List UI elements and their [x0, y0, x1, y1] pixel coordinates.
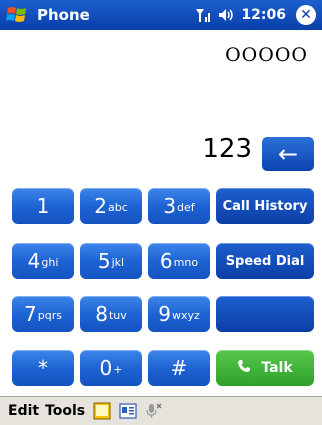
key-9[interactable]: 9 wxyz [148, 296, 210, 332]
menu-edit[interactable]: Edit [8, 403, 39, 419]
key-letters: wxyz [171, 308, 200, 322]
key-letters: pqrs [37, 308, 62, 322]
key-6[interactable]: 6 mno [148, 243, 210, 279]
clock-time[interactable]: 12:06 [241, 7, 286, 23]
key-digit: 6 [159, 249, 173, 273]
key-3[interactable]: 3 def [148, 188, 210, 224]
key-digit: 0 [99, 356, 113, 380]
key-4[interactable]: 4 ghi [12, 243, 74, 279]
key-2[interactable]: 2 abc [80, 188, 142, 224]
key-digit: * [38, 356, 48, 380]
key-digit: 9 [158, 302, 171, 326]
key-digit: 3 [163, 194, 177, 218]
key-digit: 8 [95, 302, 108, 326]
backspace-button[interactable]: ← [262, 137, 314, 171]
talk-button[interactable]: Talk [216, 350, 314, 386]
notes-icon[interactable] [93, 402, 111, 420]
key-digit: 1 [36, 194, 50, 218]
key-letters: jkl [111, 255, 125, 269]
key-letters: mno [173, 255, 199, 269]
key-hash[interactable]: # [148, 350, 210, 386]
contact-card-icon[interactable] [119, 402, 137, 420]
key-digit: 7 [24, 302, 37, 326]
microphone-off-icon[interactable] [145, 402, 163, 420]
signal-icon[interactable] [195, 7, 211, 23]
dialed-number: 123 [202, 134, 252, 164]
key-8[interactable]: 8 tuv [80, 296, 142, 332]
key-letters: + [113, 362, 123, 376]
blank-function-button[interactable] [216, 296, 314, 332]
phone-handset-icon [237, 359, 251, 377]
menu-bar: Edit Tools [0, 396, 322, 425]
key-letters: abc [107, 200, 128, 214]
speed-dial-button[interactable]: Speed Dial [216, 243, 314, 279]
volume-icon[interactable] [217, 7, 235, 23]
key-digit: 2 [94, 194, 107, 218]
key-letters: def [177, 200, 195, 214]
title-bar: Phone 12:06 ✕ [0, 0, 322, 30]
key-7[interactable]: 7 pqrs [12, 296, 74, 332]
app-title: Phone [37, 6, 90, 24]
menu-tools[interactable]: Tools [45, 403, 85, 419]
key-5[interactable]: 5 jkl [80, 243, 142, 279]
top-number-display: OOOOO [225, 44, 308, 66]
key-letters: tuv [108, 308, 127, 322]
key-digit: # [170, 356, 188, 380]
windows-start-icon[interactable] [3, 2, 33, 28]
close-icon[interactable]: ✕ [296, 5, 316, 25]
call-history-button[interactable]: Call History [216, 188, 314, 224]
talk-label: Talk [261, 360, 293, 376]
key-1[interactable]: 1 [12, 188, 74, 224]
key-letters: ghi [41, 255, 59, 269]
key-star[interactable]: * [12, 350, 74, 386]
key-0[interactable]: 0 + [80, 350, 142, 386]
key-digit: 4 [27, 249, 41, 273]
key-digit: 5 [97, 249, 111, 273]
backspace-arrow-icon: ← [277, 140, 299, 168]
